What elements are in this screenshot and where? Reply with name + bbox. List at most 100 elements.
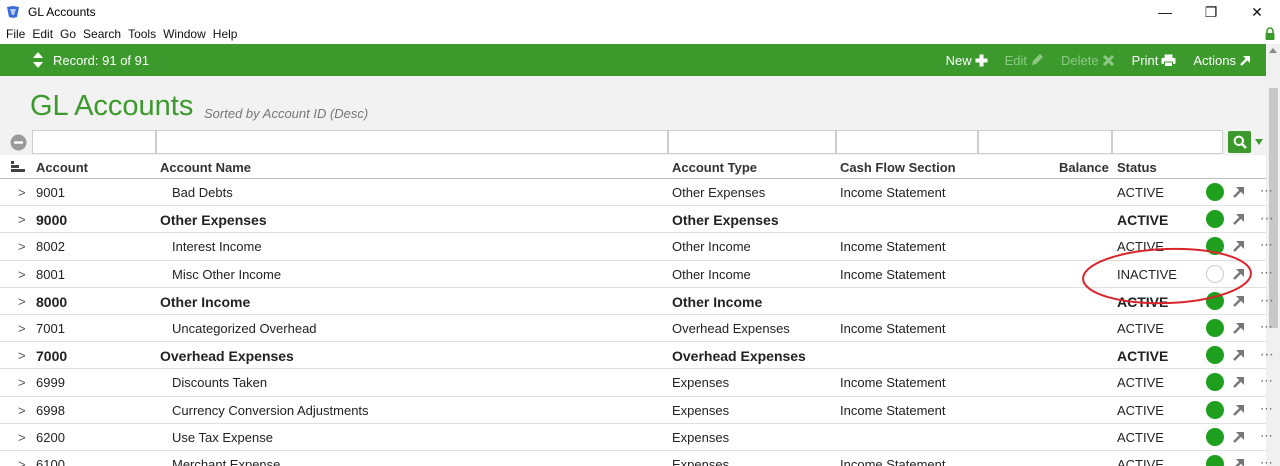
page-title: GL Accounts [30,90,194,122]
print-button[interactable]: Print [1132,53,1177,68]
more-icon[interactable]: ⋯ [1260,373,1273,389]
filter-account-name-input[interactable] [156,130,668,154]
column-account-name[interactable]: Account Name [160,160,251,175]
maximize-button[interactable]: ❐ [1188,0,1234,24]
account-name: Use Tax Expense [172,429,273,445]
table-row[interactable]: > 9000 Other Expenses Other Expenses ACT… [0,206,1274,234]
open-record-arrow-icon[interactable] [1232,348,1246,362]
accounts-table-body: > 9001 Bad Debts Other Expenses Income S… [0,179,1274,466]
new-button[interactable]: New [946,53,988,68]
expand-chevron-icon[interactable]: > [18,375,26,390]
filter-status-input[interactable] [1112,130,1223,154]
status-text: ACTIVE [1117,293,1169,310]
filter-options-caret-icon[interactable] [1255,139,1263,145]
column-balance[interactable]: Balance [1059,160,1109,175]
expand-chevron-icon[interactable]: > [18,294,26,309]
more-icon[interactable]: ⋯ [1260,319,1273,335]
close-button[interactable]: ✕ [1234,0,1280,24]
scroll-up-icon[interactable] [1269,48,1277,53]
expand-chevron-icon[interactable]: > [18,185,26,200]
search-button[interactable] [1228,131,1251,153]
column-account[interactable]: Account [36,160,88,175]
delete-button[interactable]: Delete [1061,53,1115,68]
more-icon[interactable]: ⋯ [1260,265,1273,281]
more-icon[interactable]: ⋯ [1260,455,1273,466]
column-header-row: Account Account Name Account Type Cash F… [0,155,1266,179]
more-icon[interactable]: ⋯ [1260,428,1273,444]
status-dot-icon [1206,346,1224,365]
record-toolbar: Record: 91 of 91 New Edit Delete Print A… [0,44,1266,76]
table-row[interactable]: > 6998 Currency Conversion Adjustments E… [0,397,1273,424]
status-dot-icon [1206,237,1224,256]
table-row[interactable]: > 7001 Uncategorized Overhead Overhead E… [0,315,1273,343]
account-name: Discounts Taken [172,375,268,391]
menu-go[interactable]: Go [60,27,76,41]
column-account-type[interactable]: Account Type [672,160,757,175]
table-row[interactable]: > 6999 Discounts Taken Expenses Income S… [0,369,1273,397]
expand-chevron-icon[interactable]: > [18,239,26,254]
menu-window[interactable]: Window [163,27,206,41]
actions-button[interactable]: Actions [1193,53,1252,68]
status-dot-icon [1206,210,1224,229]
menu-search[interactable]: Search [83,27,121,41]
search-icon [1233,135,1247,149]
status-text: ACTIVE [1117,320,1164,336]
table-row[interactable]: > 8000 Other Income Other Income ACTIVE … [0,288,1274,315]
more-icon[interactable]: ⋯ [1260,210,1274,227]
menu-help[interactable]: Help [213,27,238,41]
open-record-arrow-icon[interactable] [1232,294,1246,308]
status-text: ACTIVE [1117,402,1164,418]
status-dot-icon [1206,454,1224,466]
open-record-arrow-icon[interactable] [1232,403,1246,417]
status-dot-icon [1206,318,1224,337]
more-icon[interactable]: ⋯ [1260,183,1273,199]
table-row[interactable]: > 9001 Bad Debts Other Expenses Income S… [0,179,1273,207]
open-record-arrow-icon[interactable] [1232,375,1246,389]
filter-balance-input[interactable] [978,130,1112,154]
menu-tools[interactable]: Tools [128,27,156,41]
expand-chevron-icon[interactable]: > [18,321,26,336]
open-record-arrow-icon[interactable] [1232,457,1246,466]
edit-button[interactable]: Edit [1005,53,1044,68]
expand-chevron-icon[interactable]: > [18,430,26,445]
filter-account-type-input[interactable] [668,130,836,154]
table-row[interactable]: > 6100 Merchant Expense Expenses Income … [0,451,1273,466]
clear-filter-icon[interactable] [10,134,27,151]
account-id: 7001 [36,320,65,336]
account-name: Interest Income [172,239,262,255]
status-text: ACTIVE [1117,239,1164,255]
menu-file[interactable]: File [6,27,25,41]
more-icon[interactable]: ⋯ [1260,292,1274,309]
open-record-arrow-icon[interactable] [1232,239,1246,253]
open-record-arrow-icon[interactable] [1232,212,1246,226]
record-up-down-icon[interactable] [32,51,44,69]
column-status[interactable]: Status [1117,160,1157,175]
menu-bar: File Edit Go Search Tools Window Help [0,24,1280,44]
page-header: GL Accounts Sorted by Account ID (Desc) [0,76,1266,130]
expand-chevron-icon[interactable]: > [18,267,26,282]
expand-chevron-icon[interactable]: > [18,457,26,466]
table-row[interactable]: > 7000 Overhead Expenses Overhead Expens… [0,342,1274,370]
filter-account-input[interactable] [32,130,156,154]
expand-chevron-icon[interactable]: > [18,348,26,363]
cashflow-section: Income Statement [840,239,946,255]
filter-cashflow-input[interactable] [836,130,978,154]
expand-chevron-icon[interactable]: > [18,403,26,418]
more-icon[interactable]: ⋯ [1260,346,1274,363]
table-row[interactable]: > 8002 Interest Income Other Income Inco… [0,233,1273,261]
account-name: Currency Conversion Adjustments [172,402,369,418]
open-record-arrow-icon[interactable] [1232,430,1246,444]
table-row[interactable]: > 8001 Misc Other Income Other Income In… [0,261,1273,288]
more-icon[interactable]: ⋯ [1260,237,1273,253]
more-icon[interactable]: ⋯ [1260,401,1273,417]
sort-icon[interactable] [11,161,25,172]
column-cashflow-section[interactable]: Cash Flow Section [840,160,956,175]
table-row[interactable]: > 6200 Use Tax Expense Expenses ACTIVE ⋯ [0,424,1273,451]
open-record-arrow-icon[interactable] [1232,321,1246,335]
account-id: 8002 [36,239,65,255]
open-record-arrow-icon[interactable] [1232,267,1246,281]
minimize-button[interactable]: — [1142,0,1188,24]
open-record-arrow-icon[interactable] [1232,185,1246,199]
menu-edit[interactable]: Edit [32,27,53,41]
expand-chevron-icon[interactable]: > [18,212,26,227]
